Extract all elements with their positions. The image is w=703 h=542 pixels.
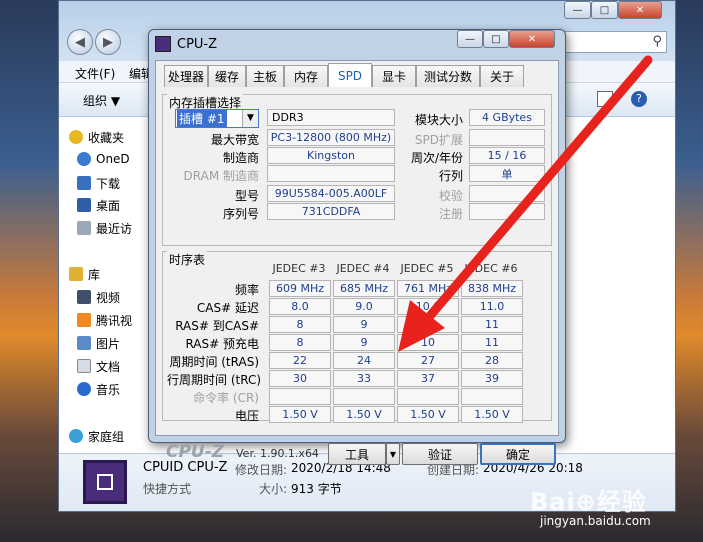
watermark-url: jingyan.baidu.com: [540, 514, 651, 528]
annotation-arrow: [398, 55, 653, 352]
baidu-logo: Bai⊕经验: [530, 488, 647, 516]
